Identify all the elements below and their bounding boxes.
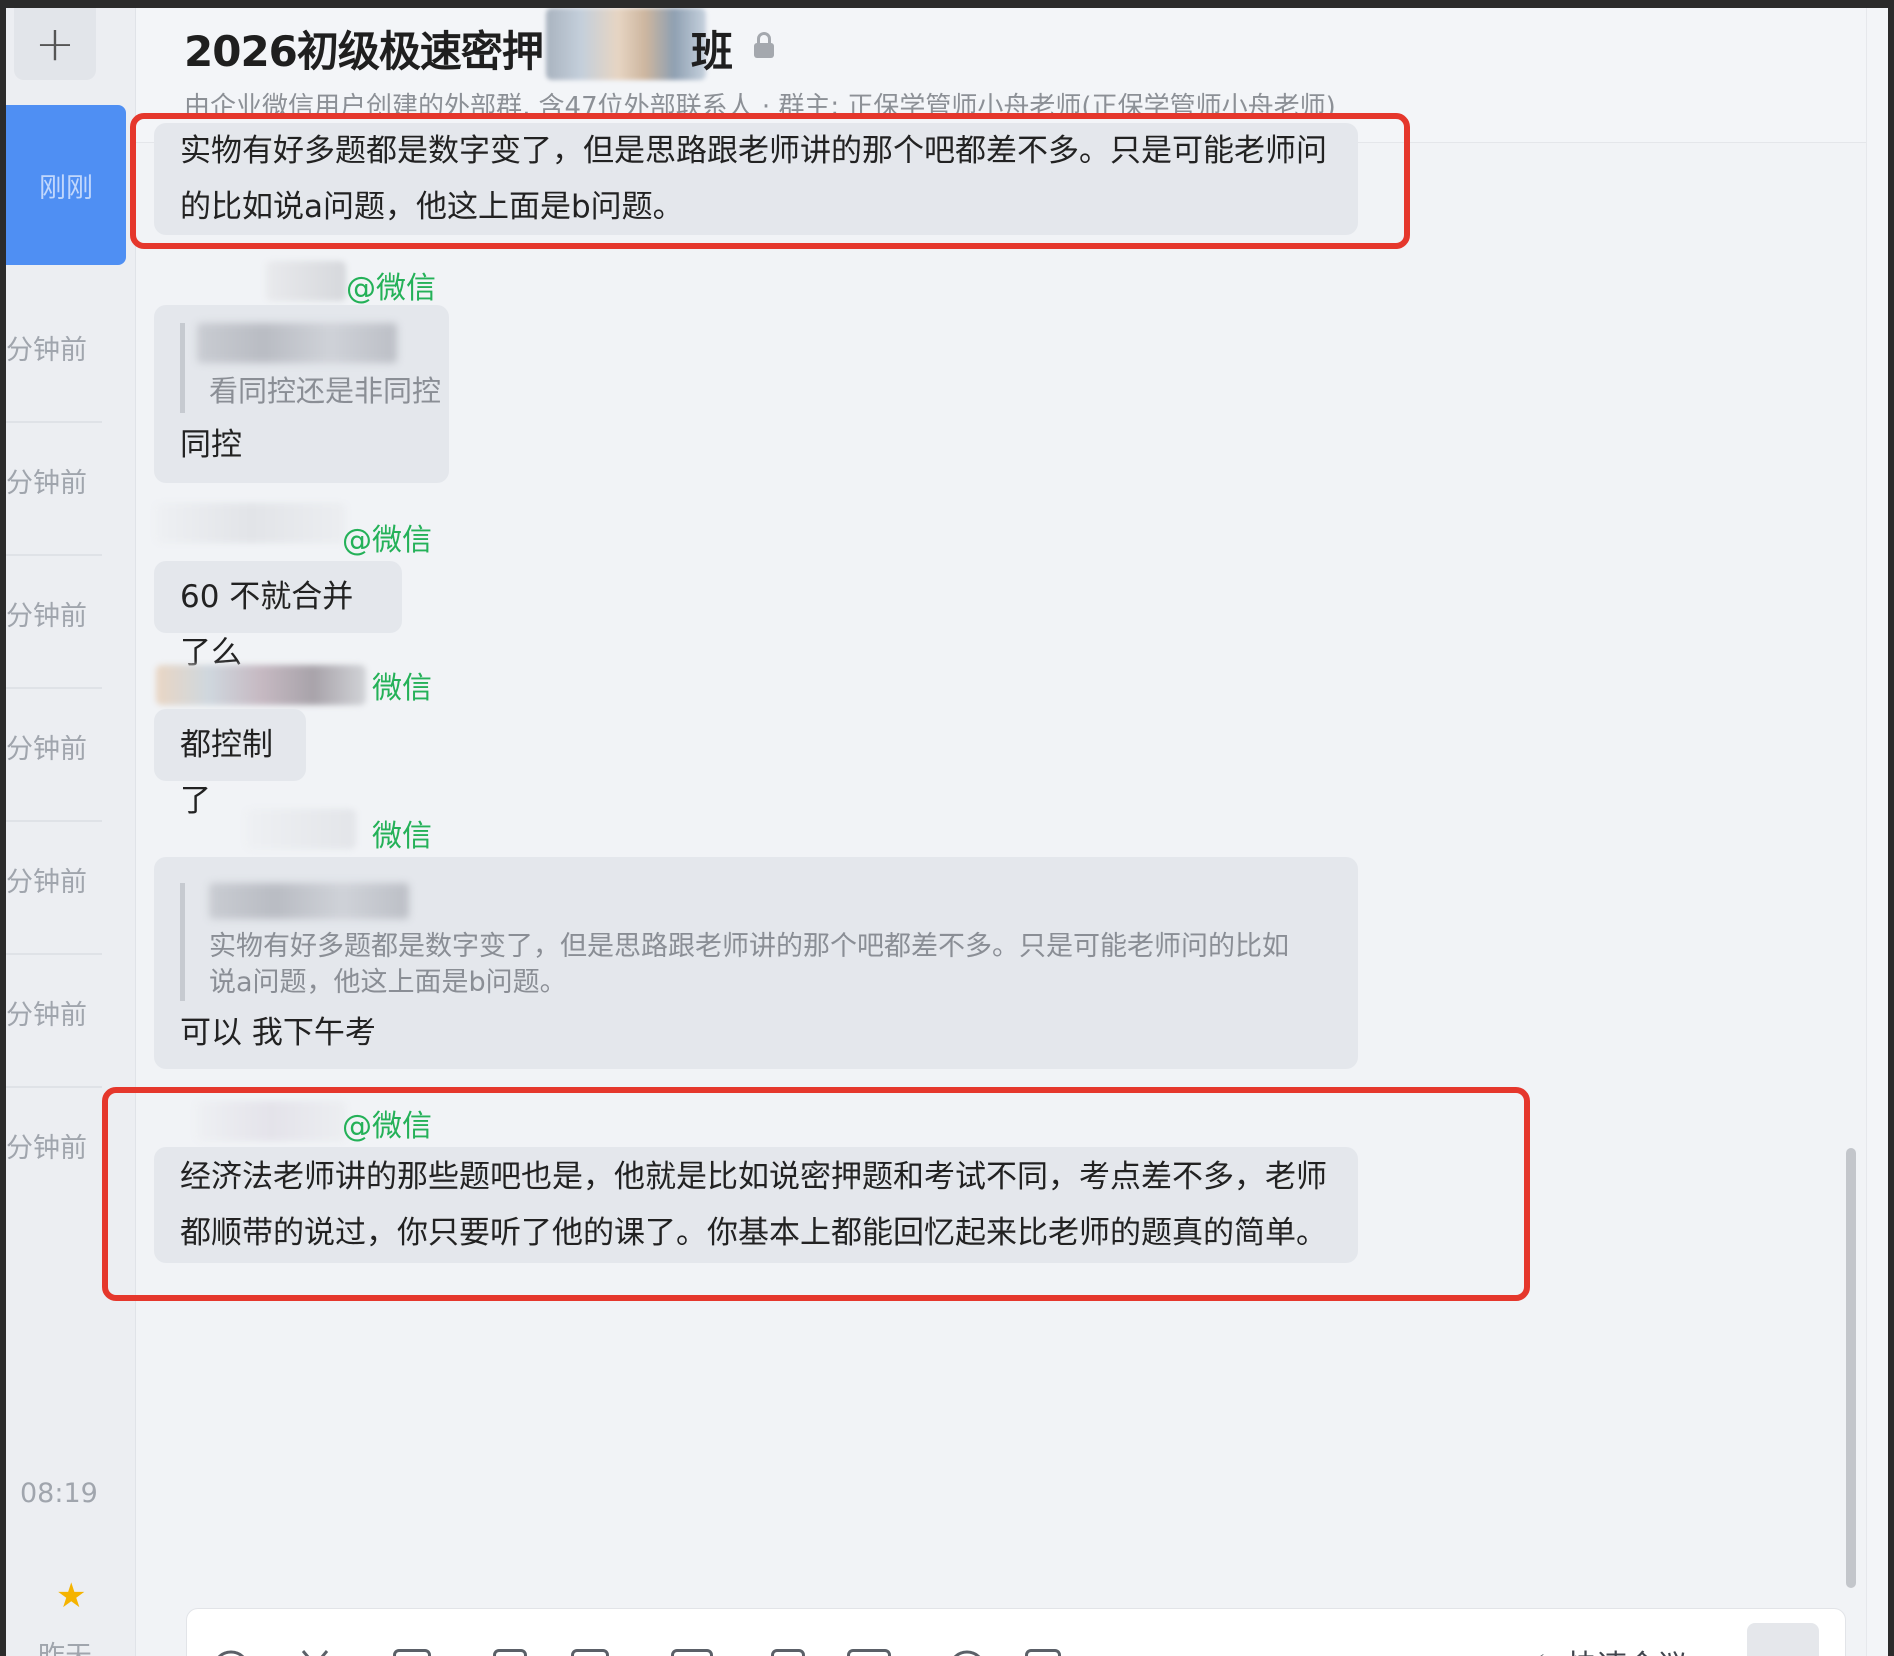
- sender-tag: @微信: [346, 271, 436, 306]
- scissors-icon[interactable]: [295, 1647, 335, 1656]
- add-button[interactable]: +: [14, 8, 96, 80]
- message-bubble[interactable]: 实物有好多题都是数字变了，但是思路跟老师讲的那个吧都差不多。只是可能老师问的比如…: [154, 857, 1358, 1069]
- scrollbar[interactable]: [1846, 1148, 1856, 1588]
- redacted-sender-name: [156, 503, 346, 543]
- timeline-label: 分钟前: [6, 1000, 87, 1031]
- group-title-suffix: 班: [691, 27, 734, 76]
- doc-icon[interactable]: [493, 1649, 527, 1656]
- plus-icon: +: [34, 16, 76, 72]
- star-icon[interactable]: ★: [56, 1576, 86, 1616]
- highlight-box: [130, 113, 1410, 249]
- group-title[interactable]: 2026初级极速密押: [184, 18, 544, 79]
- redacted-quote-author: [197, 323, 397, 363]
- redacted-quote-author: [209, 883, 409, 919]
- quoted-message[interactable]: 实物有好多题都是数字变了，但是思路跟老师讲的那个吧都差不多。只是可能老师问的比如…: [180, 883, 1290, 1001]
- timeline-label: 分钟前: [6, 468, 87, 499]
- timeline-item[interactable]: 分钟前: [6, 1061, 102, 1221]
- message-text: 同控: [180, 427, 242, 463]
- chat-icon[interactable]: [947, 1647, 987, 1656]
- timeline-label: 分钟前: [6, 335, 87, 366]
- quoted-text: 看同控还是非同控: [209, 374, 442, 408]
- timeline-item-active[interactable]: 刚刚: [6, 105, 126, 265]
- doc-x-icon[interactable]: [771, 1649, 805, 1656]
- timeline-label: 分钟前: [6, 867, 87, 898]
- keyboard-icon[interactable]: [847, 1649, 891, 1656]
- timeline-sidebar: + 刚刚 分钟前 分钟前 分钟前 分钟前 分钟前 分钟前 分钟前 08:19 ★…: [6, 8, 136, 1656]
- redacted-sender-name: [246, 809, 356, 849]
- image-icon[interactable]: [393, 1649, 431, 1656]
- side-panel-edge: [1866, 8, 1888, 1656]
- lock-icon: [754, 32, 774, 58]
- quoted-text: 实物有好多题都是数字变了，但是思路跟老师讲的那个吧都差不多。只是可能老师问的比如…: [209, 931, 1289, 998]
- sender-tag: 微信: [372, 671, 432, 706]
- redacted-title-part: [546, 8, 706, 80]
- timeline-label: 分钟前: [6, 601, 87, 632]
- timeline-label: 分钟前: [6, 1133, 87, 1164]
- message-list: 实物有好多题都是数字变了，但是思路跟老师讲的那个吧都差不多。只是可能老师问的比如…: [102, 113, 1888, 1656]
- highlight-box: [102, 1087, 1530, 1301]
- chat-window: + 刚刚 分钟前 分钟前 分钟前 分钟前 分钟前 分钟前 分钟前 08:19 ★…: [6, 8, 1888, 1656]
- emoji-icon[interactable]: [211, 1647, 251, 1656]
- folder-icon[interactable]: [671, 1649, 713, 1656]
- timeline-label-yesterday: 昨天: [38, 1634, 92, 1656]
- message-bubble[interactable]: 都控制了: [154, 709, 306, 819]
- sender-tag: 微信: [372, 819, 432, 854]
- sender-tag: @微信: [342, 523, 432, 558]
- message-bubble[interactable]: 看同控还是非同控 同控: [154, 305, 449, 483]
- message-bubble[interactable]: 60 不就合并了么: [154, 561, 402, 671]
- timeline-label: 分钟前: [6, 734, 87, 765]
- message-text: 可以 我下午考: [180, 1015, 376, 1051]
- plus-box-icon[interactable]: [1025, 1649, 1061, 1656]
- lightning-icon: ⚡: [1525, 1649, 1546, 1656]
- quoted-message[interactable]: 看同控还是非同控: [180, 323, 441, 413]
- input-toolbar: ▾ ▾ ▾ ▾ ▾ ⚡ 快速会议: [186, 1608, 1846, 1656]
- timeline-time: 08:19: [20, 1478, 98, 1509]
- calendar-icon[interactable]: [571, 1649, 609, 1656]
- redacted-sender-name: [156, 665, 366, 705]
- redacted-sender-name: [266, 261, 346, 301]
- timeline-label: 刚刚: [39, 172, 93, 204]
- panel-toggle-button[interactable]: [1747, 1623, 1819, 1656]
- quick-meeting-button[interactable]: 快速会议: [1567, 1641, 1687, 1656]
